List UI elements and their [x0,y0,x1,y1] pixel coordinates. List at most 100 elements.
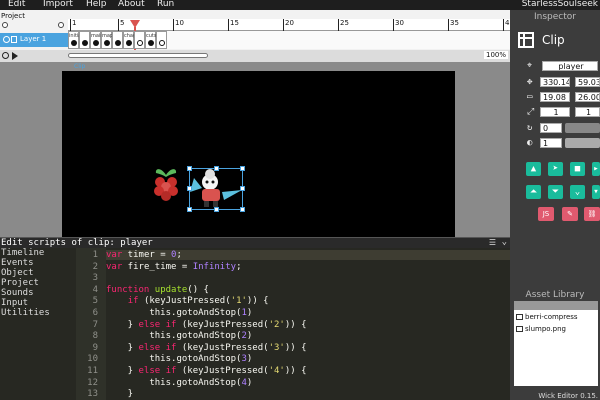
resize-handle[interactable] [214,166,219,171]
menu-edit[interactable]: Edit [8,0,25,9]
move-icon: ✥ [527,77,533,87]
code-token: } [106,366,139,376]
code-line[interactable]: this.gotoAndStop(4) [106,378,252,388]
code-line[interactable]: var fire_time = Infinity; [106,262,242,272]
more-button[interactable]: ▸ [592,162,600,176]
frame-cell[interactable] [112,31,123,49]
onion-skin-icon[interactable] [58,22,64,28]
frame-cell[interactable]: map [101,31,113,49]
frame-cell[interactable]: cutsc [145,31,159,49]
edit-js-button[interactable]: JS [538,207,554,221]
nav-item-object[interactable]: Object [0,268,76,278]
nav-item-project[interactable]: Project [0,278,76,288]
code-token: ) [246,377,253,388]
asset-search-input[interactable] [514,301,598,310]
frame-cell[interactable] [156,31,167,49]
code-token: )) { [284,342,307,353]
rotation-slider[interactable] [565,123,600,133]
timeline-project-label: Project [1,12,25,20]
code-line[interactable]: } [106,389,133,399]
code-line[interactable]: this.gotoAndStop(3) [106,354,252,364]
send-backward-button[interactable]: ⌄ [570,185,585,199]
code-token: ) [246,354,253,365]
menu-run[interactable]: Run [157,0,174,9]
layer-name: Layer 1 [20,35,47,43]
ruler-tick: 20 [283,19,294,31]
layer-row[interactable]: Layer 1 [0,33,68,47]
nav-item-input[interactable]: Input [0,298,76,308]
link-button[interactable]: ⛓ [584,207,600,221]
bring-forward-button[interactable]: ⏷ [548,185,563,199]
zoom-level[interactable]: 100% [484,51,509,59]
height-field[interactable]: 26.00 [575,92,600,102]
script-reference-nav: Timeline Events Object Project Sounds In… [0,248,76,400]
code-line[interactable]: } else if (keyJustPressed('4')) { [106,366,307,376]
nav-item-sounds[interactable]: Sounds [0,288,76,298]
delete-button[interactable]: ■ [570,162,585,176]
edit-script-button[interactable]: ✎ [562,207,578,221]
code-token: } [106,389,134,400]
bring-front-button[interactable]: ⏶ [526,185,541,199]
collapse-icon[interactable]: ⌄ [502,237,507,247]
code-line[interactable]: } else if (keyJustPressed('3')) { [106,343,307,353]
code-line[interactable]: var timer = 0; [106,250,510,260]
rotation-field[interactable]: 0 [540,123,562,133]
code-line[interactable]: function update() { [106,285,209,295]
scale-x-field[interactable]: 1 [540,107,570,117]
code-line[interactable]: if (keyJustPressed('1')) { [106,296,269,306]
code-line[interactable]: } else if (keyJustPressed('2')) { [106,320,307,330]
width-field[interactable]: 19.08 [540,92,570,102]
menu-about[interactable]: About [118,0,145,9]
menu-lines-icon[interactable]: ☰ [489,238,496,247]
menu-help[interactable]: Help [86,0,107,9]
play-icon[interactable] [2,52,9,59]
opacity-field[interactable]: 1 [540,138,562,148]
add-layer-icon[interactable] [2,22,8,28]
clip-breadcrumb[interactable]: Clip [74,63,85,70]
frame-cell[interactable]: main [90,31,104,49]
name-field[interactable]: player [542,61,598,71]
code-line[interactable]: this.gotoAndStop(2) [106,331,252,341]
keyframe-dot [104,40,110,46]
nav-item-events[interactable]: Events [0,258,76,268]
resize-handle[interactable] [187,166,192,171]
resize-handle[interactable] [240,166,245,171]
resize-handle[interactable] [187,186,192,191]
ruler-tick: 10 [173,19,184,31]
nav-item-timeline[interactable]: Timeline [0,248,76,258]
asset-item[interactable]: slumpo.png [516,325,566,333]
scale-y-field[interactable]: 1 [575,107,600,117]
frame-cell[interactable] [79,31,90,49]
code-editor[interactable]: var timer = 0; var fire_time = Infinity; f… [106,248,510,400]
code-token: ) [246,331,253,342]
x-field[interactable]: 330.14 [540,77,570,87]
frame-cell[interactable] [134,31,145,49]
selection-box[interactable] [187,166,245,212]
lock-icon[interactable] [11,36,17,43]
arrange-up-button[interactable]: ▲ [526,162,541,176]
raspberry-sprite[interactable] [151,165,181,203]
code-line[interactable]: this.gotoAndStop(1) [106,308,252,318]
code-token: '2' [268,319,285,330]
frame-row[interactable]: initial main map chagam cutsc [68,31,510,49]
send-back-button[interactable]: ▾ [592,185,600,199]
nav-item-utilities[interactable]: Utilities [0,308,76,318]
step-forward-icon[interactable] [12,52,18,60]
resize-handle[interactable] [240,207,245,212]
asset-item[interactable]: berri-compress [516,313,578,321]
frame-cell[interactable]: initial [68,31,83,49]
code-token: else if [138,319,177,330]
stage[interactable] [62,71,455,237]
eye-icon[interactable] [3,36,10,43]
asset-list: berri-compress slumpo.png [514,310,598,386]
resize-handle[interactable] [240,186,245,191]
opacity-slider[interactable] [565,138,600,148]
y-field[interactable]: 59.03 [575,77,600,87]
menu-import[interactable]: Import [43,0,73,9]
line-number: 6 [92,308,98,318]
send-button[interactable]: ➤ [548,162,563,176]
resize-handle[interactable] [187,207,192,212]
horizontal-scrollbar[interactable] [68,53,208,58]
resize-handle[interactable] [214,207,219,212]
frame-cell[interactable]: chagam [123,31,144,49]
